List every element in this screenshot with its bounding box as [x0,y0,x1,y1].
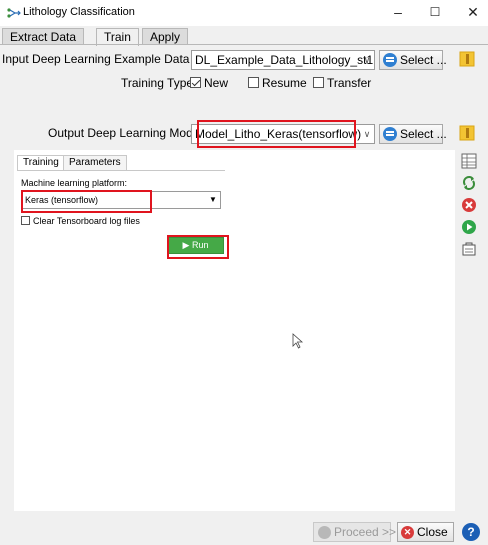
play-icon[interactable] [461,219,477,235]
list-icon [383,53,397,67]
window-title: Lithology Classification [23,6,135,18]
table-icon[interactable] [461,153,477,169]
minimize-button[interactable]: – [384,2,412,22]
help-button[interactable]: ? [462,523,480,541]
caret-down-icon: ▼ [209,195,217,204]
checkbox-transfer[interactable] [313,77,324,88]
checkbox-clear-logs[interactable] [21,216,30,225]
close-button[interactable]: ✕ Close [397,522,454,542]
folder-icon[interactable] [459,125,475,141]
input-example-label: Input Deep Learning Example Data [2,52,190,66]
refresh-icon[interactable] [461,175,477,191]
folder-icon[interactable] [459,51,475,67]
highlight-run [167,235,229,259]
app-icon [7,8,21,18]
mouse-pointer-icon [292,333,304,349]
close-icon: ✕ [401,526,414,539]
maximize-button[interactable]: ☐ [421,2,449,22]
platform-label: Machine learning platform: [21,178,128,188]
checkbox-new[interactable] [190,77,201,88]
output-model-label: Output Deep Learning Model [48,126,203,140]
training-type-label: Training Type [121,76,194,90]
chevron-down-icon: ∨ [363,129,371,139]
output-select-button[interactable]: Select ... [379,124,447,144]
training-type-transfer[interactable]: Transfer [313,76,371,90]
training-type-resume[interactable]: Resume [248,76,307,90]
panel-tab-divider [17,170,225,171]
proceed-button[interactable]: Proceed >> [313,522,396,542]
clear-logs-option[interactable]: Clear Tensorboard log files [21,216,140,226]
check-icon [318,526,331,539]
input-example-combo[interactable]: DL_Example_Data_Lithology_st1 ∨ [191,50,375,70]
tab-divider [0,44,488,45]
highlight-platform [21,190,152,213]
export-icon[interactable] [461,241,477,257]
input-select-button[interactable]: Select ... [379,50,447,70]
tab-extract-data[interactable]: Extract Data [2,28,85,45]
highlight-output-model [197,120,356,148]
training-type-new[interactable]: New [190,76,228,90]
close-window-button[interactable]: ✕ [459,2,487,22]
checkbox-resume[interactable] [248,77,259,88]
list-icon [383,127,397,141]
tab-apply[interactable]: Apply [142,28,189,45]
cancel-icon[interactable] [461,197,477,213]
input-example-value: DL_Example_Data_Lithology_st1 [195,53,374,67]
tab-parameters[interactable]: Parameters [63,155,127,171]
tab-training[interactable]: Training [17,155,65,171]
chevron-down-icon: ∨ [363,55,371,65]
